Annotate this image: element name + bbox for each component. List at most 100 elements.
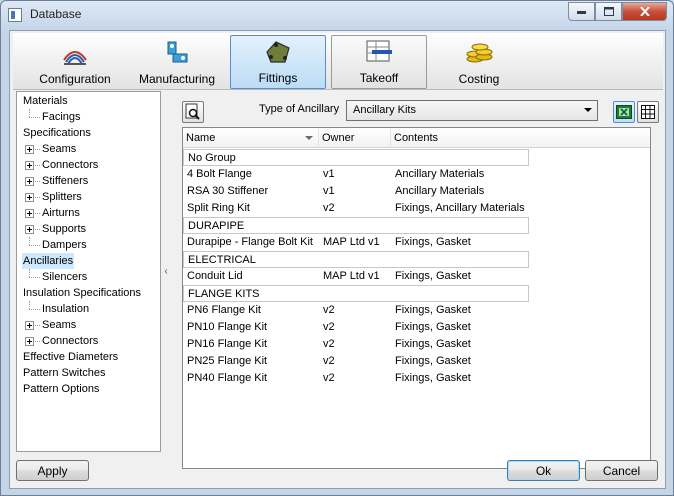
ok-button[interactable]: Ok: [507, 460, 580, 481]
expand-icon[interactable]: [25, 177, 34, 186]
window-controls: [568, 2, 667, 21]
expand-icon[interactable]: [25, 337, 34, 346]
category-tree[interactable]: Materials Facings Specifications Seams Conne…: [16, 91, 161, 452]
table-row[interactable]: PN6 Flange Kit v2 Fixings, Gasket: [183, 302, 650, 319]
tree-item[interactable]: Materials: [17, 93, 160, 109]
column-header-contents[interactable]: Contents: [391, 128, 650, 148]
tool-configuration[interactable]: Configuration: [25, 35, 125, 89]
tree-connector: [29, 269, 30, 277]
cancel-label: Cancel: [602, 463, 641, 478]
tree-item[interactable]: Pattern Switches: [17, 365, 160, 381]
tree-connector: [35, 325, 40, 326]
cell-owner: MAP Ltd v1: [323, 236, 380, 248]
expand-icon[interactable]: [25, 161, 34, 170]
close-icon: [639, 7, 650, 16]
expand-icon[interactable]: [25, 193, 34, 202]
cell-contents: Fixings, Gasket: [395, 372, 471, 384]
search-button[interactable]: [182, 101, 204, 123]
tree-item[interactable]: Seams: [17, 317, 160, 333]
tree-item[interactable]: Pattern Options: [17, 381, 160, 397]
table-row[interactable]: Conduit Lid MAP Ltd v1 Fixings, Gasket: [183, 268, 650, 285]
cell-name: PN10 Flange Kit: [187, 321, 268, 333]
ancillary-type-value: Ancillary Kits: [353, 104, 416, 116]
group-header-row[interactable]: DURAPIPE: [183, 217, 529, 234]
tree-item[interactable]: Ancillaries: [17, 253, 160, 269]
cancel-button[interactable]: Cancel: [585, 460, 658, 481]
excel-export-button[interactable]: [613, 101, 635, 123]
tree-item[interactable]: Stiffeners: [17, 173, 160, 189]
tree-item-label: Stiffeners: [42, 175, 89, 187]
tree-item[interactable]: Silencers: [17, 269, 160, 285]
ancillary-type-select[interactable]: Ancillary Kits: [346, 100, 598, 121]
tree-item[interactable]: Connectors: [17, 333, 160, 349]
minimize-button[interactable]: [568, 2, 595, 21]
dialog-client: Configuration Manufacturing Fittings Tak…: [9, 30, 666, 489]
tree-connector: [29, 245, 40, 246]
expand-icon[interactable]: [25, 225, 34, 234]
section-toolbar: Configuration Manufacturing Fittings Tak…: [13, 33, 663, 90]
expand-icon[interactable]: [25, 321, 34, 330]
tree-item-label: Pattern Switches: [23, 367, 106, 379]
tool-takeoff[interactable]: Takeoff: [331, 35, 427, 89]
cell-name: 4 Bolt Flange: [187, 168, 252, 180]
tree-item-label: Ancillaries: [22, 253, 75, 269]
tool-label-configuration: Configuration: [39, 72, 111, 86]
table-row[interactable]: PN16 Flange Kit v2 Fixings, Gasket: [183, 336, 650, 353]
close-button[interactable]: [622, 2, 667, 21]
tree-item[interactable]: Insulation: [17, 301, 160, 317]
tool-manufacturing[interactable]: Manufacturing: [127, 35, 227, 89]
expand-icon[interactable]: [25, 145, 34, 154]
tool-fittings[interactable]: Fittings: [230, 35, 326, 89]
tree-item[interactable]: Facings: [17, 109, 160, 125]
cell-name: PN16 Flange Kit: [187, 338, 268, 350]
tree-item-label: Connectors: [42, 335, 99, 347]
tree-item[interactable]: Supports: [17, 221, 160, 237]
tool-label-takeoff: Takeoff: [359, 71, 399, 85]
table-row[interactable]: Durapipe - Flange Bolt Kit MAP Ltd v1 Fixi…: [183, 234, 650, 251]
table-row[interactable]: Split Ring Kit v2 Fixings, Ancillary Mater…: [183, 200, 650, 217]
tree-item[interactable]: Specifications: [17, 125, 160, 141]
table-row[interactable]: RSA 30 Stiffener v1 Ancillary Materials: [183, 183, 650, 200]
tree-item[interactable]: Dampers: [17, 237, 160, 253]
cell-owner: v2: [323, 355, 335, 367]
tree-connector: [29, 309, 40, 310]
cell-owner: v1: [323, 185, 335, 197]
column-header-name[interactable]: Name: [183, 128, 319, 148]
group-header-row[interactable]: FLANGE KITS: [183, 285, 529, 302]
cell-owner: v1: [323, 168, 335, 180]
table-row[interactable]: 4 Bolt Flange v1 Ancillary Materials: [183, 166, 650, 183]
tree-item[interactable]: Insulation Specifications: [17, 285, 160, 301]
panel-splitter[interactable]: ‹: [161, 91, 171, 452]
tree-item-label: Connectors: [42, 159, 99, 171]
maximize-button[interactable]: [595, 2, 622, 21]
list-header: Name Owner Contents: [183, 128, 650, 148]
expand-icon[interactable]: [25, 209, 34, 218]
table-row[interactable]: PN25 Flange Kit v2 Fixings, Gasket: [183, 353, 650, 370]
table-row[interactable]: PN10 Flange Kit v2 Fixings, Gasket: [183, 319, 650, 336]
cell-owner: v2: [323, 372, 335, 384]
spreadsheet-export-icon: [616, 105, 632, 119]
table-row[interactable]: PN40 Flange Kit v2 Fixings, Gasket: [183, 370, 650, 387]
column-header-owner[interactable]: Owner: [319, 128, 391, 148]
tree-item[interactable]: Seams: [17, 141, 160, 157]
title-bar[interactable]: Database: [1, 1, 673, 29]
tree-item-label: Silencers: [42, 271, 88, 283]
tree-item[interactable]: Effective Diameters: [17, 349, 160, 365]
group-header-row[interactable]: No Group: [183, 149, 529, 166]
tree-item[interactable]: Splitters: [17, 189, 160, 205]
cell-owner: v2: [323, 338, 335, 350]
column-name-label: Name: [186, 132, 216, 144]
tree-item[interactable]: Connectors: [17, 157, 160, 173]
group-header-row[interactable]: ELECTRICAL: [183, 251, 529, 268]
takeoff-icon: [364, 38, 394, 66]
tree-item[interactable]: Airturns: [17, 205, 160, 221]
tool-costing[interactable]: Costing: [431, 35, 527, 89]
ancillary-list[interactable]: Name Owner Contents No Group 4 Bolt Flang…: [182, 127, 651, 469]
tree-item-label: Pattern Options: [23, 383, 100, 395]
costing-icon: [464, 39, 494, 67]
apply-button[interactable]: Apply: [16, 460, 89, 481]
grid-view-button[interactable]: [637, 101, 659, 123]
ok-label: Ok: [535, 463, 552, 478]
tree-connector: [35, 165, 40, 166]
cell-contents: Ancillary Materials: [395, 168, 485, 180]
